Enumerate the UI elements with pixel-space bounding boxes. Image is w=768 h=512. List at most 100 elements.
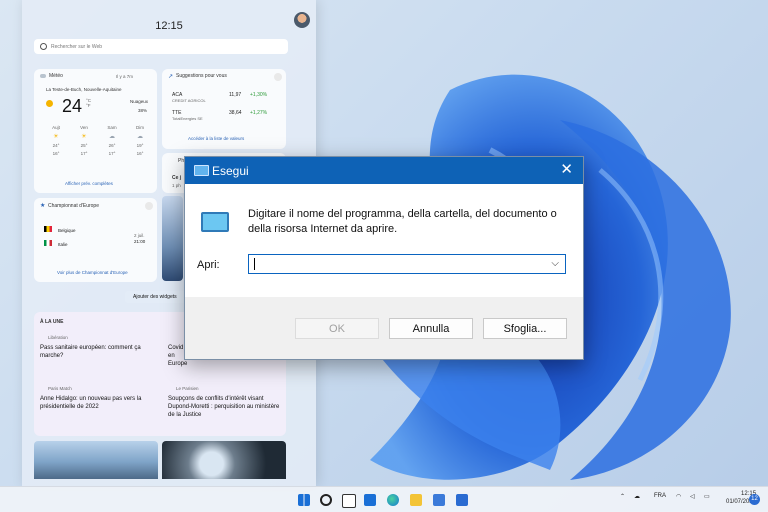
cloud-icon: ☁ [137,134,143,140]
photos-sub: 1 ph [172,183,181,188]
sun-icon: ☀ [53,134,59,140]
taskbar: ⌃ ☁ FRA ◠ ◁ ▭ 12:15 01/07/2021 12 [0,486,768,512]
day-low: 17° [108,151,116,156]
edge-icon[interactable] [387,494,399,506]
ok-button[interactable]: OK [295,318,379,339]
day-name: Ven [80,125,88,130]
italy-flag-icon [44,240,52,246]
day-high: 19° [136,143,144,148]
stock-row[interactable]: TTE 38,64 +1,27% TotalEnergies SE [172,110,282,121]
volume-icon[interactable]: ◁ [690,493,695,500]
news-image[interactable] [34,441,158,479]
user-avatar[interactable] [294,12,310,28]
news-source: Le Parisien [176,386,199,391]
weather-forecast-link[interactable]: Afficher prév. complètes [65,181,113,186]
notification-badge[interactable]: 12 [749,494,760,505]
task-view-icon[interactable] [342,494,356,508]
news-source: Libération [48,335,68,340]
stocks-list-link[interactable]: Accéder à la liste de valeurs [188,136,244,141]
photo-thumbnail[interactable] [162,196,183,281]
run-dialog: Esegui ✕ Digitare il nome del programma,… [184,156,584,360]
more-options-icon[interactable] [274,73,282,81]
widgets-icon[interactable] [364,494,376,506]
more-options-icon[interactable] [145,202,153,210]
stock-name: CREDIT AGRICOL [172,98,206,103]
news-image[interactable] [162,441,286,479]
trophy-icon: ★ [40,203,46,209]
weather-icon [40,74,46,78]
day-low: 16° [136,151,144,156]
news-title[interactable]: Soupçons de conflits d'intérêt visant Du… [168,395,282,419]
weather-location: La Teste-de-Buch, Nouvelle-Aquitaine [46,87,122,92]
open-label: Apri: [197,259,220,271]
weather-forecast: Aujt Ven Sam Dim ☀ ☀ ☁ ☁ 24° 25° 26° 19°… [42,125,154,156]
language-indicator[interactable]: FRA [654,493,666,499]
dialog-body: Digitare il nome del programma, della ca… [185,184,583,297]
sun-icon: ☀ [81,134,87,140]
dialog-titlebar[interactable]: Esegui ✕ [185,157,583,184]
partly-cloudy-icon [46,100,53,107]
search-icon[interactable] [320,494,332,506]
day-name: Dim [136,125,144,130]
start-icon[interactable] [298,494,310,506]
widgets-clock: 12:15 [155,20,183,32]
dialog-message: Digitare il nome del programma, della ca… [248,208,557,235]
news-title[interactable]: Anne Hidalgo: un nouveau pas vers la pré… [40,395,158,411]
weather-rain: 38% [138,108,148,113]
day-high: 25° [80,143,88,148]
run-icon [194,165,209,176]
store-icon[interactable] [433,494,445,506]
weather-condition: Nuageux [130,99,149,104]
news-header: À LA UNE [40,319,64,325]
dialog-title: Esegui [212,164,249,178]
sports-more-link[interactable]: Voir plus de Championnat d'Europe [57,270,128,275]
browse-button[interactable]: Sfoglia... [483,318,567,339]
day-high: 26° [108,143,116,148]
run-program-icon [201,212,229,232]
text-caret [254,258,255,270]
photos-caption: Ce j [172,175,182,181]
weather-header: Météo [40,73,63,79]
day-low: 16° [52,151,60,156]
belgium-flag-icon [44,226,52,232]
chevron-down-icon[interactable]: ⌵ [551,258,559,269]
weather-widget[interactable]: Météo Il y a 7m La Teste-de-Buch, Nouvel… [34,69,157,193]
widgets-search-input[interactable]: Rechercher sur le Web [34,39,288,54]
match-time: 21:00 [134,239,146,244]
day-name: Aujt [52,125,60,130]
stock-change: +1,27% [250,110,268,116]
sports-widget[interactable]: ★ Championnat d'Europe Belgique Italie 2… [34,198,157,282]
weather-updated: Il y a 7m [116,74,134,79]
stock-price: 38,64 [229,110,242,116]
battery-icon[interactable]: ▭ [704,493,710,500]
stocks-title: Suggestions pour vous [176,73,227,79]
news-title[interactable]: Pass sanitaire européen: comment ça marc… [40,344,158,360]
stock-row[interactable]: ACA 11,97 +1,30% CREDIT AGRICOL [172,92,282,103]
weather-unit: °C °F [86,98,92,108]
weather-title: Météo [49,73,63,79]
search-placeholder: Rechercher sur le Web [51,43,103,50]
search-icon [40,43,47,50]
stocks-icon: ↗ [168,74,174,80]
stocks-widget[interactable]: ↗ Suggestions pour vous ACA 11,97 +1,30%… [162,69,286,149]
file-explorer-icon[interactable] [410,494,422,506]
news-source: Paris Match [48,386,72,391]
cloud-icon: ☁ [109,134,115,140]
stock-price: 11,97 [229,92,242,98]
team1-name: Belgique [58,228,76,233]
sports-title: Championnat d'Europe [48,203,99,209]
day-low: 17° [80,151,88,156]
close-icon[interactable]: ✕ [560,160,573,178]
day-name: Sam [107,125,117,130]
stock-name: TotalEnergies SE [172,116,203,121]
weather-temp: 24 [62,96,83,116]
open-combobox[interactable]: ⌵ [248,254,566,274]
match-date: 2 juil. [134,233,145,238]
chevron-up-icon[interactable]: ⌃ [620,493,625,500]
mail-icon[interactable] [456,494,468,506]
cloud-icon[interactable]: ☁ [634,493,640,500]
day-high: 24° [52,143,60,148]
cancel-button[interactable]: Annulla [389,318,473,339]
wifi-icon[interactable]: ◠ [676,493,681,500]
stock-change: +1,30% [250,92,268,98]
